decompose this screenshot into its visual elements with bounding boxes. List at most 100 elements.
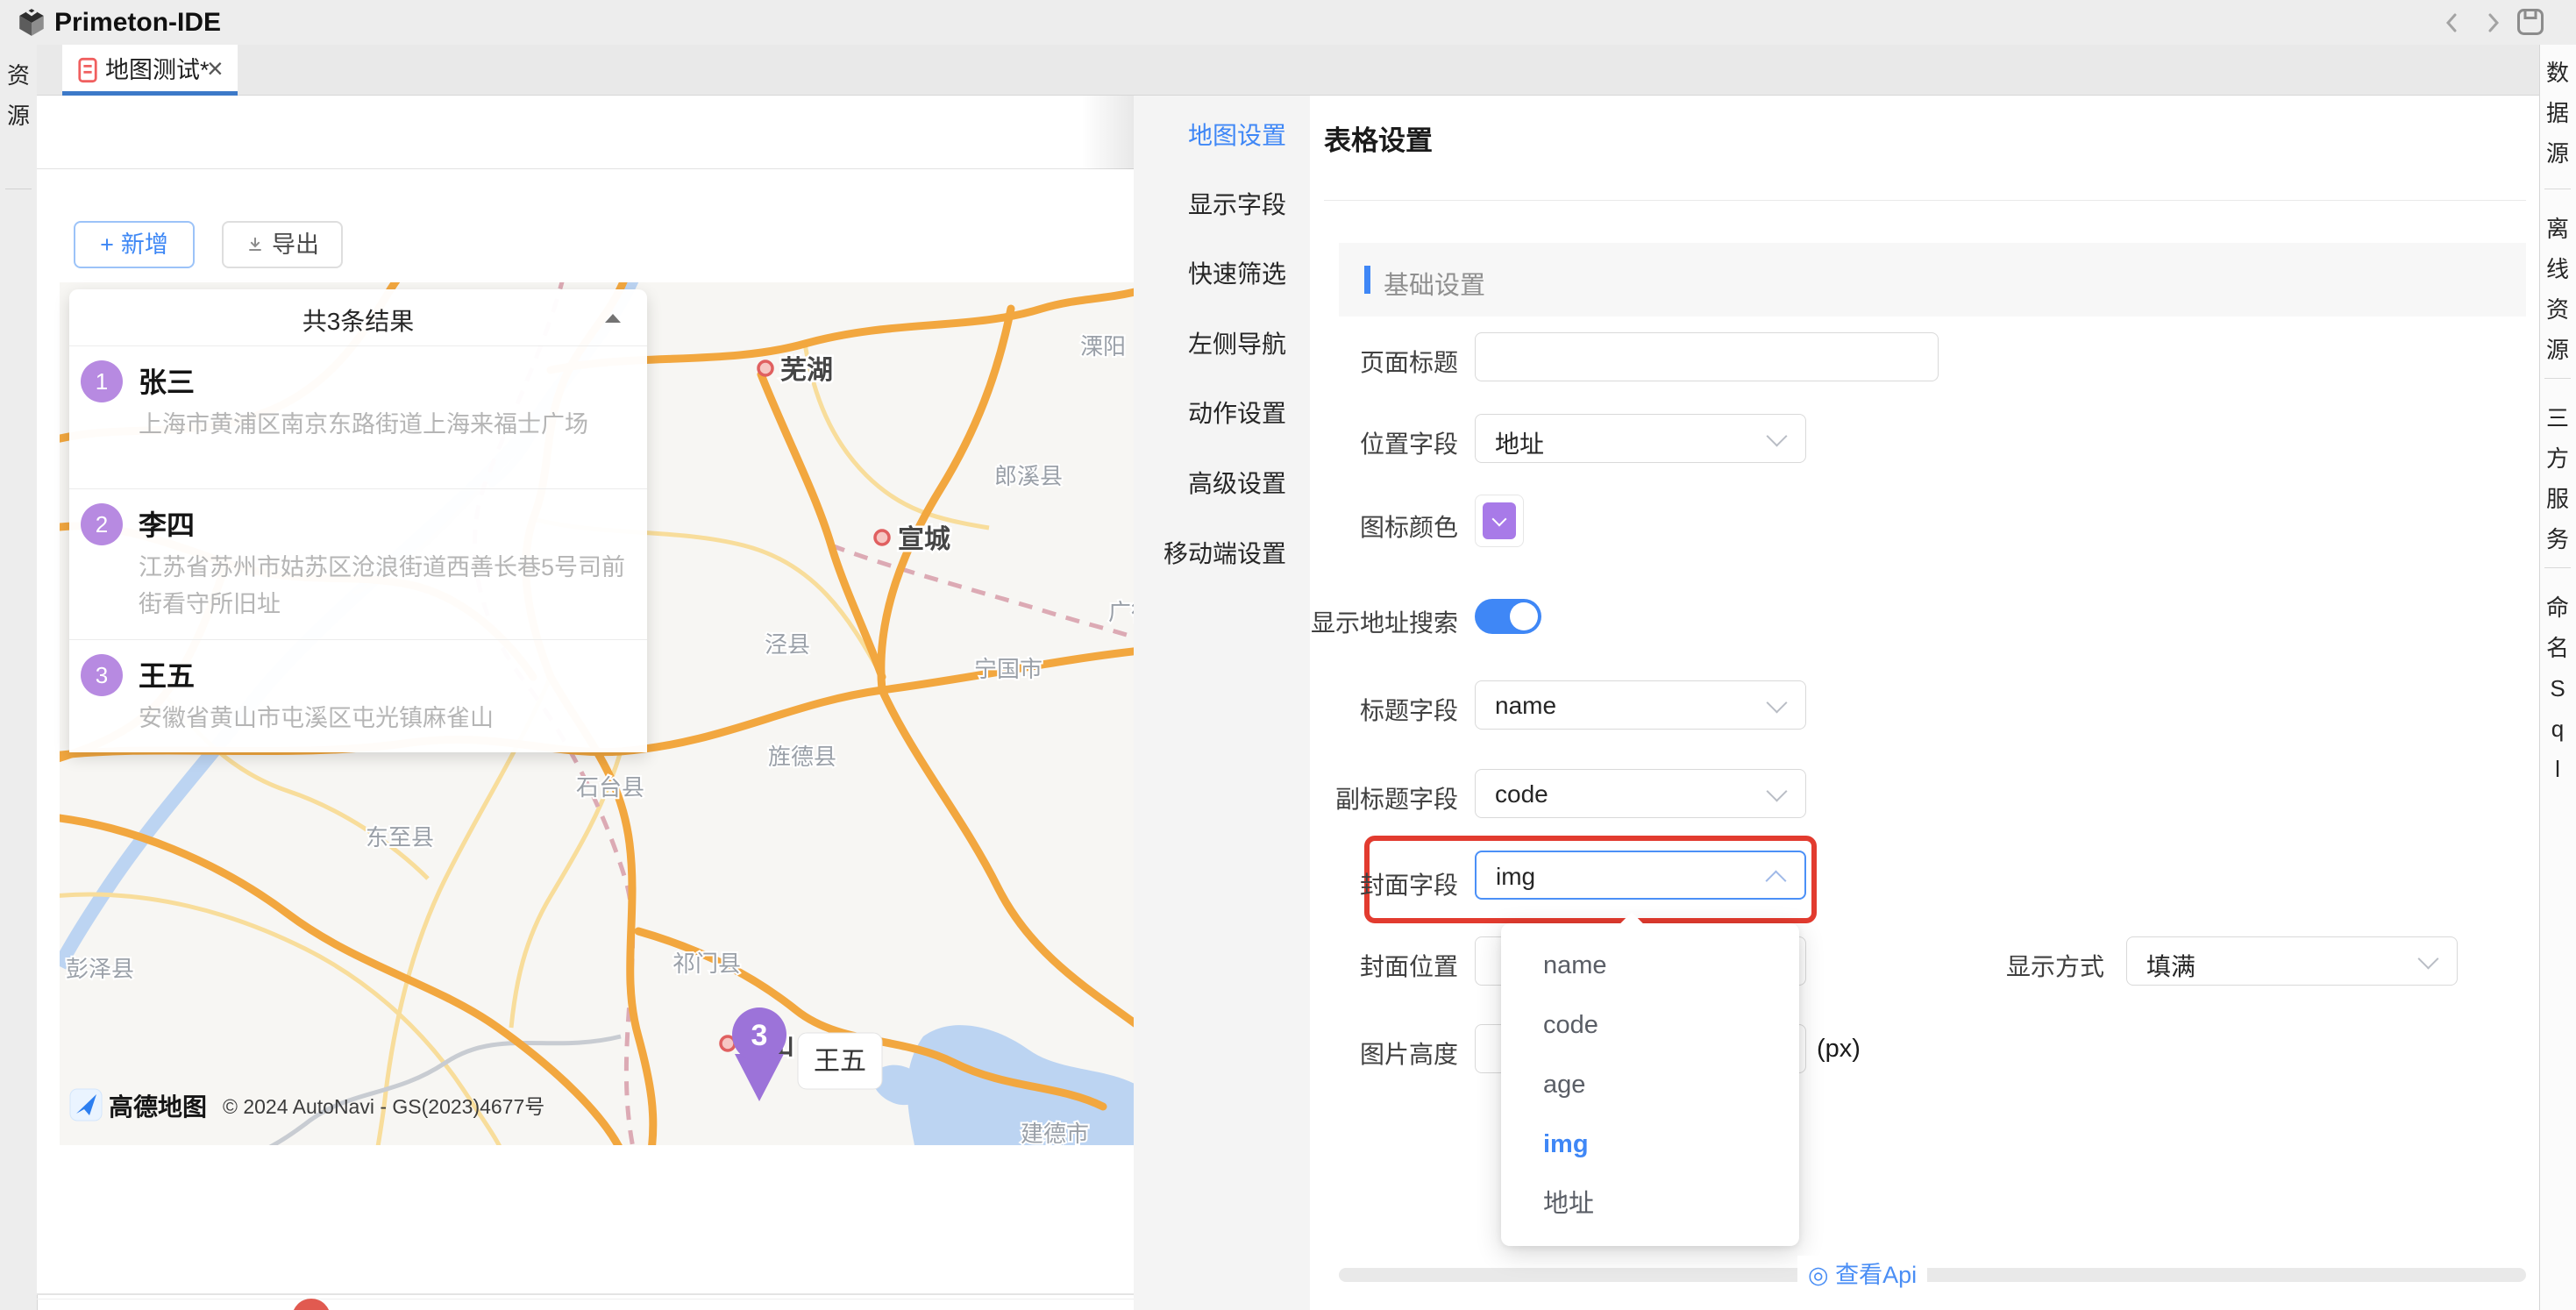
view-api-label: 查看Api: [1835, 1262, 1917, 1288]
district-label: 石台县: [576, 774, 644, 801]
cover-position-label: 封面位置: [1265, 948, 1458, 983]
toolbar-edge-shade: [1081, 96, 1134, 169]
item-address: 安徽省黄山市屯溪区屯光镇麻雀山: [139, 700, 630, 737]
rail-item-named-sql[interactable]: 命 名 S q l: [2540, 587, 2575, 789]
display-mode-select[interactable]: 填满: [2126, 936, 2458, 986]
district-label: 旌德县: [768, 744, 836, 770]
settings-menu-item-quick-filter[interactable]: 快速筛选: [1188, 257, 1286, 292]
chevron-down-icon: [1492, 512, 1507, 527]
download-icon: [246, 236, 265, 255]
cover-field-select[interactable]: img: [1475, 851, 1806, 900]
view-api-icon: ◎: [1808, 1262, 1829, 1288]
panel-bottom-scrollbar[interactable]: [1339, 1268, 2526, 1282]
primeton-ide-window: Primeton-IDE 资 源 数 据 源 离 线 资 源 三 方 服 务 命…: [0, 0, 2576, 1310]
dropdown-option-address[interactable]: 地址: [1501, 1174, 1799, 1234]
tab-close-icon[interactable]: ×: [207, 51, 224, 86]
district-label: 建德市: [1021, 1121, 1089, 1145]
dropdown-option-age[interactable]: age: [1501, 1055, 1799, 1114]
city-dot: [758, 361, 772, 375]
rail-divider: [2544, 567, 2571, 568]
icon-color-picker[interactable]: [1475, 495, 1524, 547]
district-label: 广德市: [1108, 599, 1134, 625]
item-index-badge: 1: [81, 360, 123, 402]
location-field-select[interactable]: 地址: [1475, 414, 1806, 463]
display-mode-label: 显示方式: [1911, 948, 2104, 983]
tab-bar: [37, 45, 2539, 96]
app-title: Primeton-IDE: [54, 6, 221, 39]
district-label: 彭泽县: [66, 956, 134, 982]
settings-panel-title: 表格设置: [1324, 118, 1433, 158]
save-icon[interactable]: [2515, 6, 2546, 38]
add-button[interactable]: +新增: [74, 221, 195, 268]
nav-back-icon[interactable]: [2439, 10, 2466, 36]
title-field-select[interactable]: name: [1475, 680, 1806, 730]
icon-color-label: 图标颜色: [1265, 509, 1458, 544]
subtitle-field-select[interactable]: code: [1475, 769, 1806, 818]
rail-item-datasource[interactable]: 数 据 源: [2540, 53, 2575, 174]
map-pin-number: 3: [751, 1019, 768, 1052]
chevron-down-icon: [1766, 780, 1787, 801]
dropdown-option-code[interactable]: code: [1501, 995, 1799, 1055]
title-field-value: name: [1495, 692, 1556, 720]
editor-toolbar: 低开表单 默: [37, 96, 1134, 169]
show-address-search-toggle[interactable]: [1475, 599, 1541, 634]
subtitle-field-label: 副标题字段: [1265, 780, 1458, 815]
results-header[interactable]: 共3条结果: [69, 289, 647, 346]
item-index-badge: 3: [81, 654, 123, 696]
chevron-down-icon: [1766, 692, 1787, 713]
location-field-value: 地址: [1495, 425, 1544, 460]
map-pin-label[interactable]: 王五: [798, 1033, 882, 1089]
export-button-label: 导出: [272, 231, 319, 258]
left-rail: 资 源: [0, 45, 38, 1310]
item-address: 江苏省苏州市姑苏区沧浪街道西善长巷5号司前街看守所旧址: [139, 549, 630, 623]
display-mode-value: 填满: [2146, 948, 2195, 983]
app-logo-icon: [16, 7, 47, 39]
dropdown-option-name[interactable]: name: [1501, 936, 1799, 995]
color-swatch: [1483, 502, 1516, 539]
district-label: 宁国市: [974, 656, 1042, 682]
document-icon: [77, 57, 98, 83]
rail-item-resources[interactable]: 资 源: [1, 55, 36, 136]
image-height-label: 图片高度: [1265, 1036, 1458, 1071]
section-accent-bar: [1364, 266, 1370, 294]
export-button[interactable]: 导出: [222, 221, 343, 268]
rail-divider: [2544, 378, 2571, 379]
city-label: 芜湖: [780, 356, 833, 385]
section-title: 基础设置: [1384, 265, 1485, 302]
add-button-label: 新增: [121, 231, 168, 258]
chevron-down-icon: [1766, 425, 1787, 446]
district-label: 郎溪县: [994, 463, 1063, 489]
item-address: 上海市黄浦区南京东路街道上海来福士广场: [139, 406, 630, 443]
title-bar: Primeton-IDE: [0, 0, 2576, 46]
page-title-label: 页面标题: [1265, 344, 1458, 379]
subtitle-field-value: code: [1495, 780, 1548, 808]
city-dot: [875, 530, 889, 545]
collapse-caret-icon[interactable]: [605, 314, 621, 323]
item-name: 李四: [139, 503, 195, 544]
rail-item-offline-resources[interactable]: 离 线 资 源: [2540, 209, 2575, 370]
list-item[interactable]: 3 王五 安徽省黄山市屯溪区屯光镇麻雀山: [69, 640, 647, 752]
city-label: 宣城: [898, 525, 950, 554]
cover-field-label: 封面字段: [1265, 866, 1458, 901]
dropdown-option-img[interactable]: img: [1501, 1114, 1799, 1174]
map-pin-label-text: 王五: [814, 1047, 866, 1076]
settings-menu-item-display-fields[interactable]: 显示字段: [1188, 188, 1286, 223]
page-title-input[interactable]: [1475, 332, 1939, 381]
list-item[interactable]: 2 李四 江苏省苏州市姑苏区沧浪街道西善长巷5号司前街看守所旧址: [69, 489, 647, 640]
settings-menu-item-map[interactable]: 地图设置: [1188, 118, 1286, 153]
attribution-brand: 高德地图: [109, 1093, 207, 1121]
district-label: 泾县: [765, 631, 810, 658]
tab-label: 地图测试*: [105, 55, 210, 85]
results-summary: 共3条结果: [69, 303, 647, 338]
district-label: 东至县: [366, 824, 434, 851]
settings-panel-divider: [1324, 200, 2526, 201]
nav-forward-icon[interactable]: [2480, 10, 2506, 36]
item-name: 张三: [139, 360, 195, 401]
rail-item-third-party-services[interactable]: 三 方 服 务: [2540, 398, 2575, 559]
settings-menu-item-advanced[interactable]: 高级设置: [1188, 466, 1286, 502]
basic-settings-section: [1339, 243, 2526, 317]
list-item[interactable]: 1 张三 上海市黄浦区南京东路街道上海来福士广场: [69, 346, 647, 489]
view-api-link[interactable]: ◎ 查看Api: [1797, 1256, 1927, 1294]
district-label: 溧阳: [1080, 333, 1126, 360]
location-field-label: 位置字段: [1265, 425, 1458, 460]
